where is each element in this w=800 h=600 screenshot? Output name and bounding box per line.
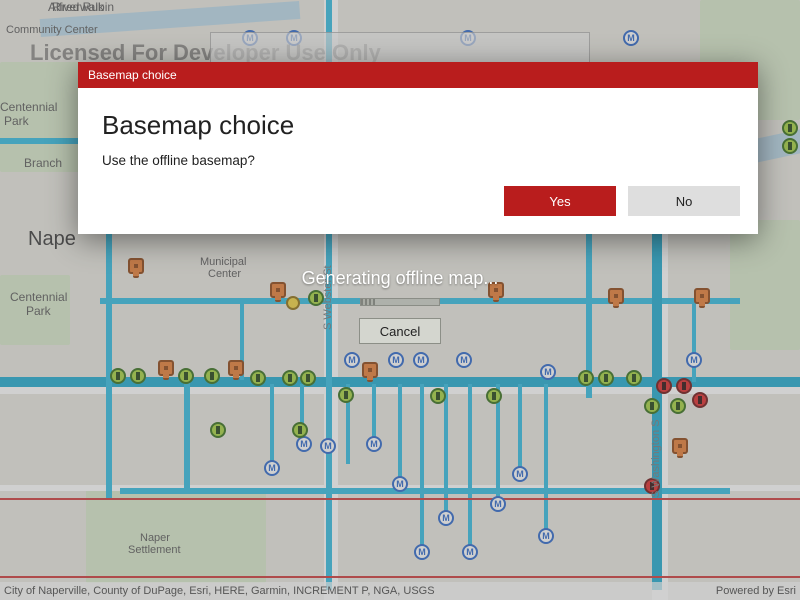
no-button[interactable]: No bbox=[628, 186, 740, 216]
dialog-heading: Basemap choice bbox=[102, 110, 734, 141]
dialog-body: Basemap choice Use the offline basemap? bbox=[78, 88, 758, 186]
progress-status-text: Generating offline map... bbox=[302, 268, 499, 289]
progress-bar-fill bbox=[361, 299, 375, 305]
basemap-choice-dialog: Basemap choice Basemap choice Use the of… bbox=[78, 62, 758, 234]
progress-bar bbox=[360, 298, 440, 306]
cancel-button[interactable]: Cancel bbox=[359, 318, 441, 344]
dialog-button-row: Yes No bbox=[78, 186, 758, 234]
app-stage: M M M M M M M M M M M M M M M M M M M M … bbox=[0, 0, 800, 600]
dialog-titlebar: Basemap choice bbox=[78, 62, 758, 88]
dialog-message: Use the offline basemap? bbox=[102, 153, 734, 168]
yes-button[interactable]: Yes bbox=[504, 186, 616, 216]
